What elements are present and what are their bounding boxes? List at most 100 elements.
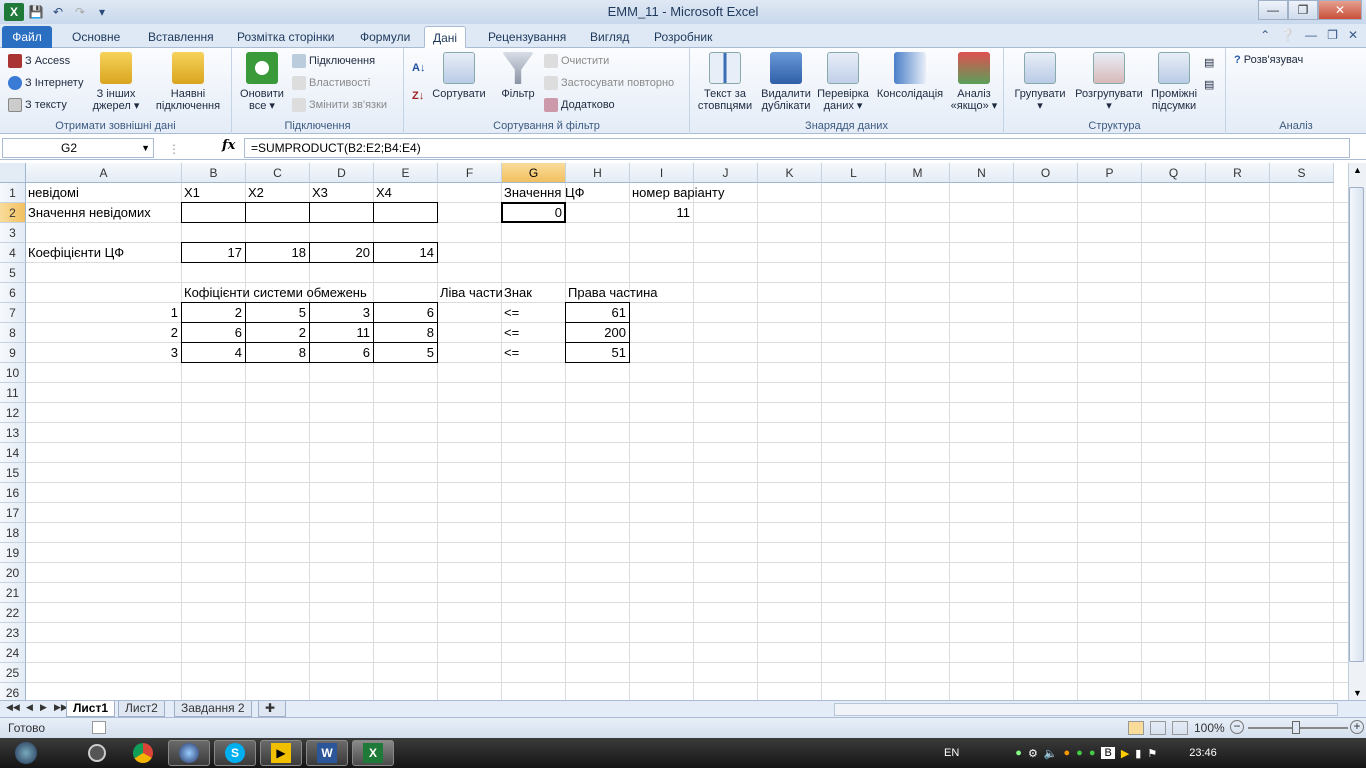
row-header-1[interactable]: 1 <box>0 183 26 203</box>
column-header-o[interactable]: O <box>1014 163 1078 183</box>
cell-f6[interactable]: Ліва частина <box>438 283 502 303</box>
normal-view-icon[interactable] <box>1128 721 1144 735</box>
column-header-m[interactable]: M <box>886 163 950 183</box>
cell-d7[interactable]: 3 <box>310 303 372 323</box>
row-header-6[interactable]: 6 <box>0 283 26 303</box>
tab-developer[interactable]: Розробник <box>646 26 720 48</box>
cell-a2[interactable]: Значення невідомих <box>26 203 153 223</box>
cell-e4[interactable]: 14 <box>374 243 436 263</box>
tray-settings-icon[interactable]: ⚙ <box>1028 747 1038 760</box>
cell-b4[interactable]: 17 <box>182 243 244 263</box>
fx-icon[interactable]: fx <box>222 138 235 153</box>
cell-g7[interactable]: <= <box>502 303 521 323</box>
tab-data[interactable]: Дані <box>424 26 467 48</box>
column-header-p[interactable]: P <box>1078 163 1142 183</box>
data-validation-button[interactable]: Перевірка даних ▾ <box>814 52 872 112</box>
cell-c9[interactable]: 8 <box>246 343 308 363</box>
cell-e7[interactable]: 6 <box>374 303 436 323</box>
existing-connections-button[interactable]: Наявні підключення <box>150 52 226 112</box>
restore-icon[interactable]: ❐ <box>1288 0 1318 20</box>
slides-icon[interactable]: ▶ <box>260 740 302 766</box>
workbook-close-icon[interactable]: ✕ <box>1348 28 1358 42</box>
column-header-b[interactable]: B <box>182 163 246 183</box>
zoom-level[interactable]: 100% <box>1194 721 1225 735</box>
cell-i2[interactable]: 11 <box>630 203 692 223</box>
from-web-button[interactable]: З Інтернету <box>8 76 83 90</box>
cell-g6[interactable]: Знак <box>502 283 534 303</box>
start-button[interactable] <box>4 740 48 766</box>
row-header-24[interactable]: 24 <box>0 643 26 663</box>
row-header-17[interactable]: 17 <box>0 503 26 523</box>
sheet-tab-1[interactable]: Лист1 <box>66 701 116 717</box>
cell-b8[interactable]: 6 <box>182 323 244 343</box>
scroll-down-icon[interactable]: ▼ <box>1353 688 1362 698</box>
subtotal-button[interactable]: Проміжні підсумки <box>1146 52 1202 112</box>
cell-e9[interactable]: 5 <box>374 343 436 363</box>
row-header-14[interactable]: 14 <box>0 443 26 463</box>
prev-sheet-icon[interactable]: ◀ <box>26 702 33 713</box>
column-header-f[interactable]: F <box>438 163 502 183</box>
row-header-12[interactable]: 12 <box>0 403 26 423</box>
cell-d4[interactable]: 20 <box>310 243 372 263</box>
row-header-15[interactable]: 15 <box>0 463 26 483</box>
tab-file[interactable]: Файл <box>2 26 52 48</box>
row-header-13[interactable]: 13 <box>0 423 26 443</box>
column-header-l[interactable]: L <box>822 163 886 183</box>
what-if-analysis-button[interactable]: Аналіз «якщо» ▾ <box>948 52 1000 112</box>
sheet-tab-3[interactable]: Завдання 2 <box>174 701 252 717</box>
cell-h7[interactable]: 61 <box>566 303 628 323</box>
row-header-21[interactable]: 21 <box>0 583 26 603</box>
tab-view[interactable]: Вигляд <box>582 26 637 48</box>
column-header-d[interactable]: D <box>310 163 374 183</box>
cell-a7[interactable]: 1 <box>26 303 180 323</box>
row-header-4[interactable]: 4 <box>0 243 26 263</box>
row-header-16[interactable]: 16 <box>0 483 26 503</box>
text-to-columns-button[interactable]: Текст за стовпцями <box>694 52 756 112</box>
column-header-c[interactable]: C <box>246 163 310 183</box>
column-header-r[interactable]: R <box>1206 163 1270 183</box>
tray-play-icon[interactable]: ▶ <box>1121 747 1129 760</box>
cell-c8[interactable]: 2 <box>246 323 308 343</box>
connections-button[interactable]: Підключення <box>292 54 375 68</box>
chevron-down-icon[interactable]: ▼ <box>141 139 150 157</box>
first-sheet-icon[interactable]: ◀◀ <box>6 702 20 713</box>
refresh-all-button[interactable]: Оновити все ▾ <box>236 52 288 112</box>
minimize-ribbon-icon[interactable]: ⌃ <box>1260 28 1270 42</box>
hide-detail-icon[interactable]: ▤ <box>1204 78 1214 91</box>
spreadsheet-grid[interactable]: A B C D E F G H I J K L M N O P Q R S 1 2 3 4 5 6 7 8 9 10 11 12 13 14 15… <box>0 163 1366 700</box>
horizontal-scrollbar[interactable] <box>834 703 1338 716</box>
cell-h8[interactable]: 200 <box>566 323 628 343</box>
row-header-23[interactable]: 23 <box>0 623 26 643</box>
row-header-5[interactable]: 5 <box>0 263 26 283</box>
skype-icon[interactable]: S <box>214 740 256 766</box>
tray-icon[interactable]: ● <box>1015 747 1022 759</box>
tab-page-layout[interactable]: Розмітка сторінки <box>229 26 342 48</box>
word-icon[interactable]: W <box>306 740 348 766</box>
cell-b7[interactable]: 2 <box>182 303 244 323</box>
torrent-icon[interactable]: ● <box>1076 747 1083 759</box>
next-sheet-icon[interactable]: ▶ <box>40 702 47 713</box>
cell-e8[interactable]: 8 <box>374 323 436 343</box>
cell-a9[interactable]: 3 <box>26 343 180 363</box>
formula-input[interactable]: =SUMPRODUCT(B2:E2;B4:E4) <box>244 138 1350 158</box>
cell-d8[interactable]: 11 <box>310 323 372 343</box>
zoom-out-icon[interactable]: − <box>1230 720 1244 734</box>
tab-review[interactable]: Рецензування <box>480 26 574 48</box>
workbook-minimize-icon[interactable]: — <box>1305 28 1317 42</box>
tray-status-icon[interactable]: ● <box>1089 747 1096 759</box>
cell-b6[interactable]: Кофіцієнти системи обмежень <box>182 283 369 303</box>
macro-record-icon[interactable] <box>92 721 106 734</box>
minimize-icon[interactable]: — <box>1258 0 1288 20</box>
sort-button[interactable]: Сортувати <box>430 52 488 100</box>
cell-a8[interactable]: 2 <box>26 323 180 343</box>
tab-formulas[interactable]: Формули <box>352 26 418 48</box>
column-header-n[interactable]: N <box>950 163 1014 183</box>
sort-za-button[interactable]: Z↓ <box>412 90 424 102</box>
edit-links-button[interactable]: Змінити зв'язки <box>292 98 387 112</box>
cell-g2[interactable]: 0 <box>502 203 564 223</box>
row-header-8[interactable]: 8 <box>0 323 26 343</box>
clear-filter-button[interactable]: Очистити <box>544 54 609 68</box>
cell-i1[interactable]: номер варіанту <box>630 183 727 203</box>
cell-g8[interactable]: <= <box>502 323 521 343</box>
remove-duplicates-button[interactable]: Видалити дублікати <box>758 52 814 112</box>
